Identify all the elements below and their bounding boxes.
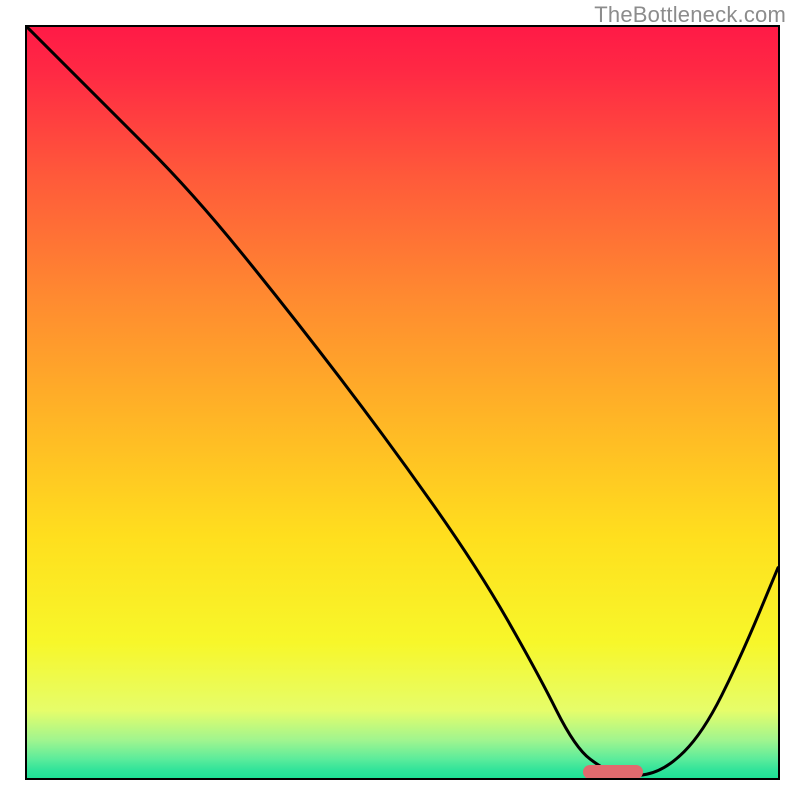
curve-path: [27, 27, 778, 776]
bottleneck-curve: [27, 27, 778, 778]
chart-plot-area: [25, 25, 780, 780]
optimal-range-marker: [583, 765, 643, 779]
